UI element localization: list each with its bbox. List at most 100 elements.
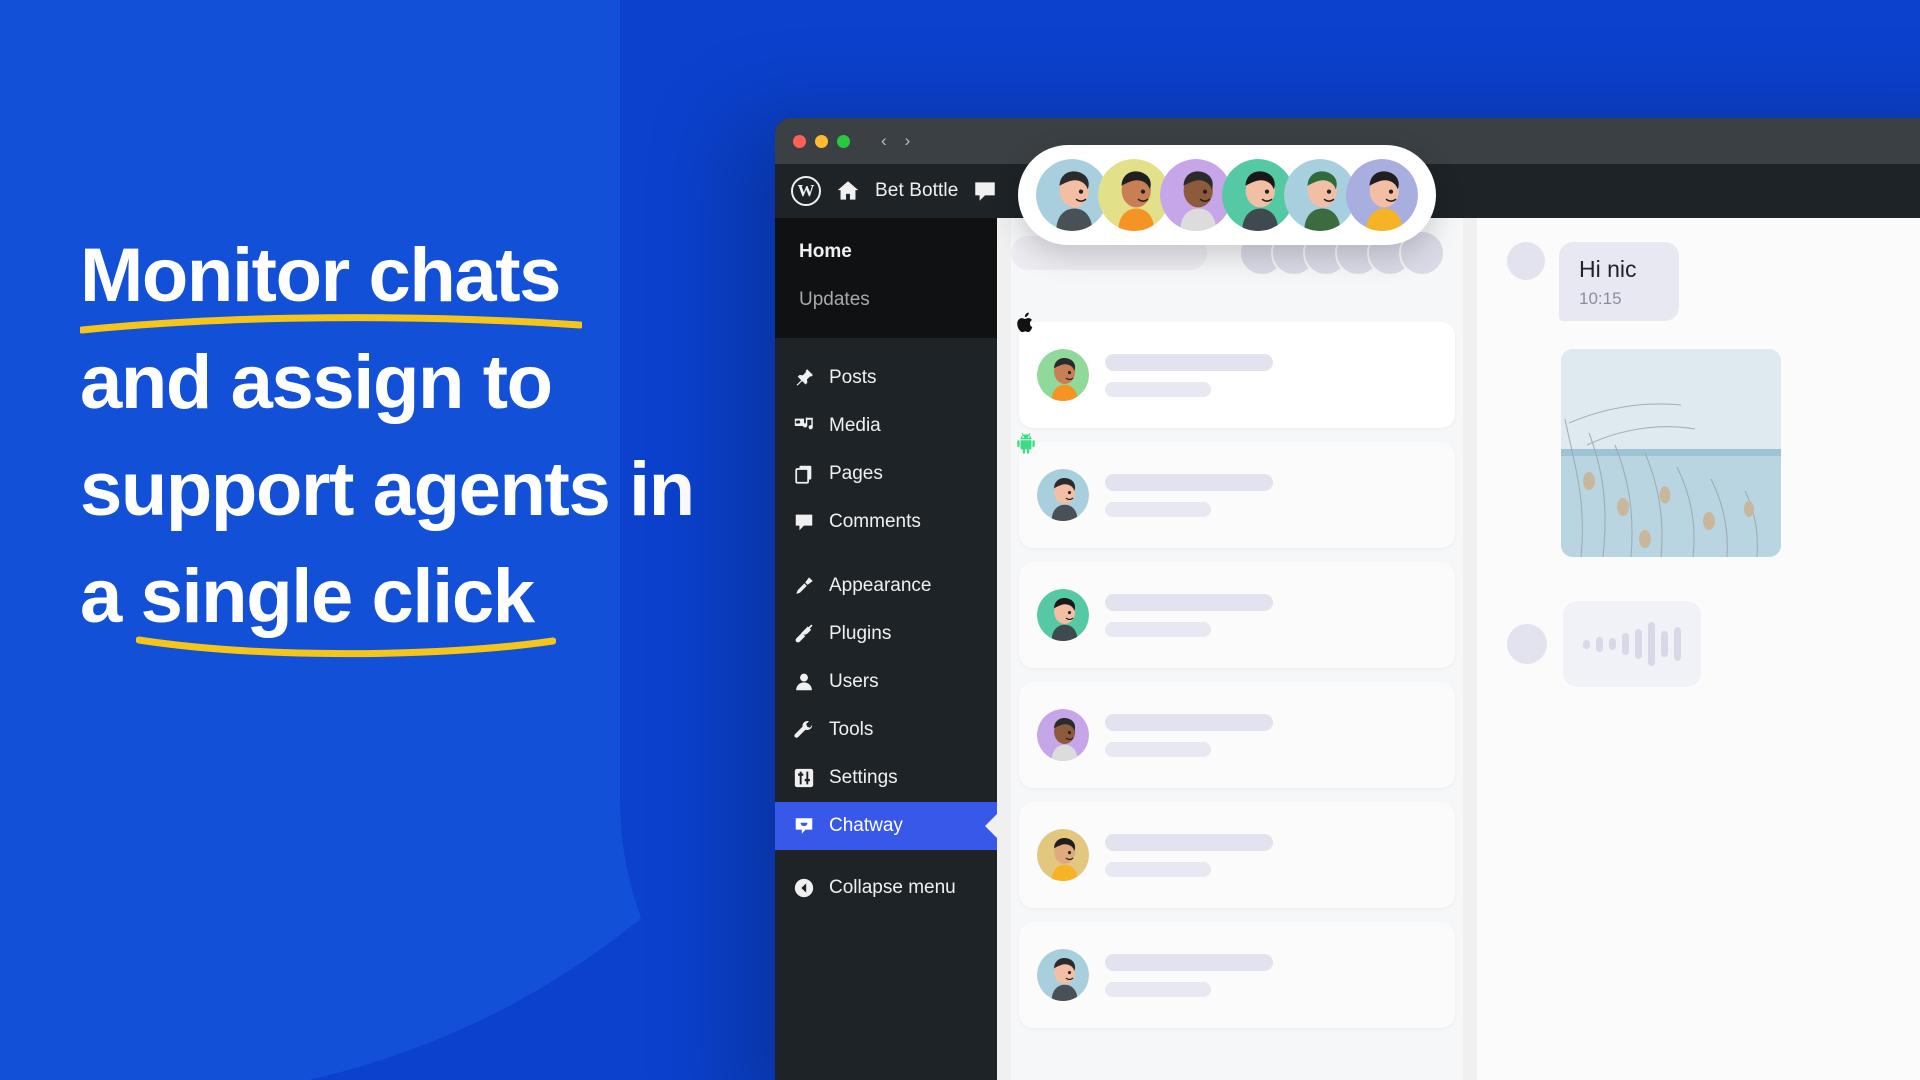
- back-button[interactable]: ‹: [881, 131, 887, 151]
- headline-line-4-prefix: a: [80, 554, 141, 639]
- chat-item-avatar: [1037, 709, 1089, 761]
- avatar-illustration: [1037, 709, 1089, 761]
- apple-icon: [1017, 312, 1033, 333]
- chat-item-avatar: [1037, 949, 1089, 1001]
- hero-headline: Monitor chats and assign to support agen…: [80, 222, 780, 658]
- chat-item-avatar: [1037, 469, 1089, 521]
- chat-item-avatar: [1037, 589, 1089, 641]
- chat-item-preview-skeleton: [1105, 713, 1273, 757]
- apple-icon: [1015, 312, 1037, 334]
- sidebar-collapse-menu[interactable]: Collapse menu: [775, 864, 997, 912]
- voice-message-bubble[interactable]: [1563, 601, 1701, 687]
- chat-item-preview-skeleton: [1105, 953, 1273, 997]
- wordpress-logo-icon[interactable]: W: [791, 176, 821, 206]
- plug-icon: [795, 624, 813, 643]
- sidebar-item-pages[interactable]: Pages: [775, 450, 997, 498]
- maximize-window-button[interactable]: [837, 134, 850, 148]
- chatway-app-content: Hi nic 10:15: [997, 218, 1920, 1080]
- sidebar-item-media[interactable]: Media: [775, 402, 997, 450]
- skeleton-line-secondary: [1105, 501, 1211, 517]
- chat-item-avatar: [1037, 349, 1089, 401]
- sidebar-item-comments[interactable]: Comments: [775, 498, 997, 546]
- chat-list-item-5[interactable]: [1019, 802, 1455, 908]
- close-window-button[interactable]: [793, 134, 806, 148]
- sidebar-item-pages-label: Pages: [829, 463, 883, 484]
- sidebar-item-settings[interactable]: Settings: [775, 754, 997, 802]
- headline-line-3-text: support agents in: [80, 447, 695, 532]
- sliders-icon: [794, 768, 814, 788]
- message-row-voice: [1477, 557, 1920, 687]
- sidebar-item-home[interactable]: Home: [775, 228, 997, 276]
- skeleton-line-secondary: [1105, 741, 1211, 757]
- sidebar-item-settings-label: Settings: [829, 767, 898, 788]
- sidebar-item-comments-label: Comments: [829, 511, 921, 532]
- chat-item-preview-skeleton: [1105, 593, 1273, 637]
- wp-admin-sidebar: Home Updates Posts Media Pages Comments …: [775, 218, 998, 1080]
- sidebar-item-home-label: Home: [799, 241, 852, 262]
- avatar-illustration: [1346, 159, 1418, 231]
- chatway-icon: [795, 818, 813, 834]
- sidebar-item-plugins-label: Plugins: [829, 623, 892, 644]
- skeleton-line-primary: [1105, 953, 1273, 971]
- chat-list-item-1[interactable]: [1017, 312, 1455, 428]
- chat-list-item-2[interactable]: [1017, 432, 1455, 548]
- message-text: Hi nic: [1579, 256, 1637, 282]
- chat-list-item-3[interactable]: [1019, 562, 1455, 668]
- pages-icon: [795, 465, 812, 484]
- message-row-incoming: Hi nic 10:15: [1477, 218, 1920, 321]
- chat-list-item-4[interactable]: [1019, 682, 1455, 788]
- sidebar-item-plugins[interactable]: Plugins: [775, 610, 997, 658]
- skeleton-line-primary: [1105, 713, 1273, 731]
- android-icon: [1015, 432, 1037, 454]
- minimize-window-button[interactable]: [815, 134, 828, 148]
- sidebar-item-chatway[interactable]: Chatway: [775, 802, 998, 850]
- forward-button[interactable]: ›: [905, 131, 911, 151]
- avatar-illustration: [1037, 949, 1089, 1001]
- chat-list-item-6[interactable]: [1019, 922, 1455, 1028]
- skeleton-line-primary: [1105, 473, 1273, 491]
- site-name[interactable]: Bet Bottle: [875, 180, 958, 202]
- sidebar-item-tools[interactable]: Tools: [775, 706, 997, 754]
- avatar-illustration: [1037, 469, 1089, 521]
- skeleton-line-secondary: [1105, 621, 1211, 637]
- agent-avatar-6[interactable]: [1346, 159, 1418, 231]
- chat-list-panel: [1011, 218, 1463, 1080]
- waveform-bar: [1674, 627, 1681, 661]
- sidebar-collapse-label: Collapse menu: [829, 877, 956, 898]
- skeleton-line-secondary: [1105, 981, 1211, 997]
- skeleton-line-secondary: [1105, 861, 1211, 877]
- waveform-bar: [1661, 631, 1668, 657]
- sidebar-item-updates[interactable]: Updates: [775, 276, 997, 324]
- browser-window: ‹ › W Bet Bottle Home Updates Posts Medi…: [775, 118, 1920, 1080]
- waveform-bar: [1596, 636, 1603, 652]
- message-bubble[interactable]: Hi nic 10:15: [1559, 242, 1679, 321]
- comment-bubble-icon[interactable]: [972, 178, 998, 204]
- sidebar-item-tools-label: Tools: [829, 719, 874, 740]
- agent-avatars-pill[interactable]: [1018, 145, 1436, 245]
- waveform-bar: [1635, 629, 1642, 659]
- chat-card-container: [1011, 312, 1463, 1028]
- waveform-bar: [1609, 638, 1616, 650]
- chat-item-preview-skeleton: [1105, 833, 1273, 877]
- chat-item-preview-skeleton: [1105, 353, 1273, 397]
- comment-icon: [795, 514, 813, 531]
- sidebar-item-appearance[interactable]: Appearance: [775, 562, 997, 610]
- sidebar-item-posts[interactable]: Posts: [775, 354, 997, 402]
- sidebar-item-users[interactable]: Users: [775, 658, 997, 706]
- waveform-bar: [1583, 639, 1590, 649]
- chat-item-preview-skeleton: [1105, 473, 1273, 517]
- headline-line-2-text: and assign to: [80, 340, 553, 425]
- skeleton-line-primary: [1105, 353, 1273, 371]
- sidebar-divider-1: [775, 338, 997, 354]
- headline-line-2: and assign to: [80, 329, 780, 436]
- home-icon[interactable]: [835, 178, 861, 204]
- skeleton-line-primary: [1105, 593, 1273, 611]
- waveform-bar: [1648, 622, 1655, 666]
- skeleton-line-secondary: [1105, 381, 1211, 397]
- avatar-illustration: [1037, 589, 1089, 641]
- sidebar-item-media-label: Media: [829, 415, 881, 436]
- sidebar-divider-2: [775, 546, 997, 562]
- voice-message-avatar: [1507, 624, 1547, 664]
- message-photo-attachment[interactable]: [1561, 349, 1781, 557]
- avatar-illustration: [1037, 829, 1089, 881]
